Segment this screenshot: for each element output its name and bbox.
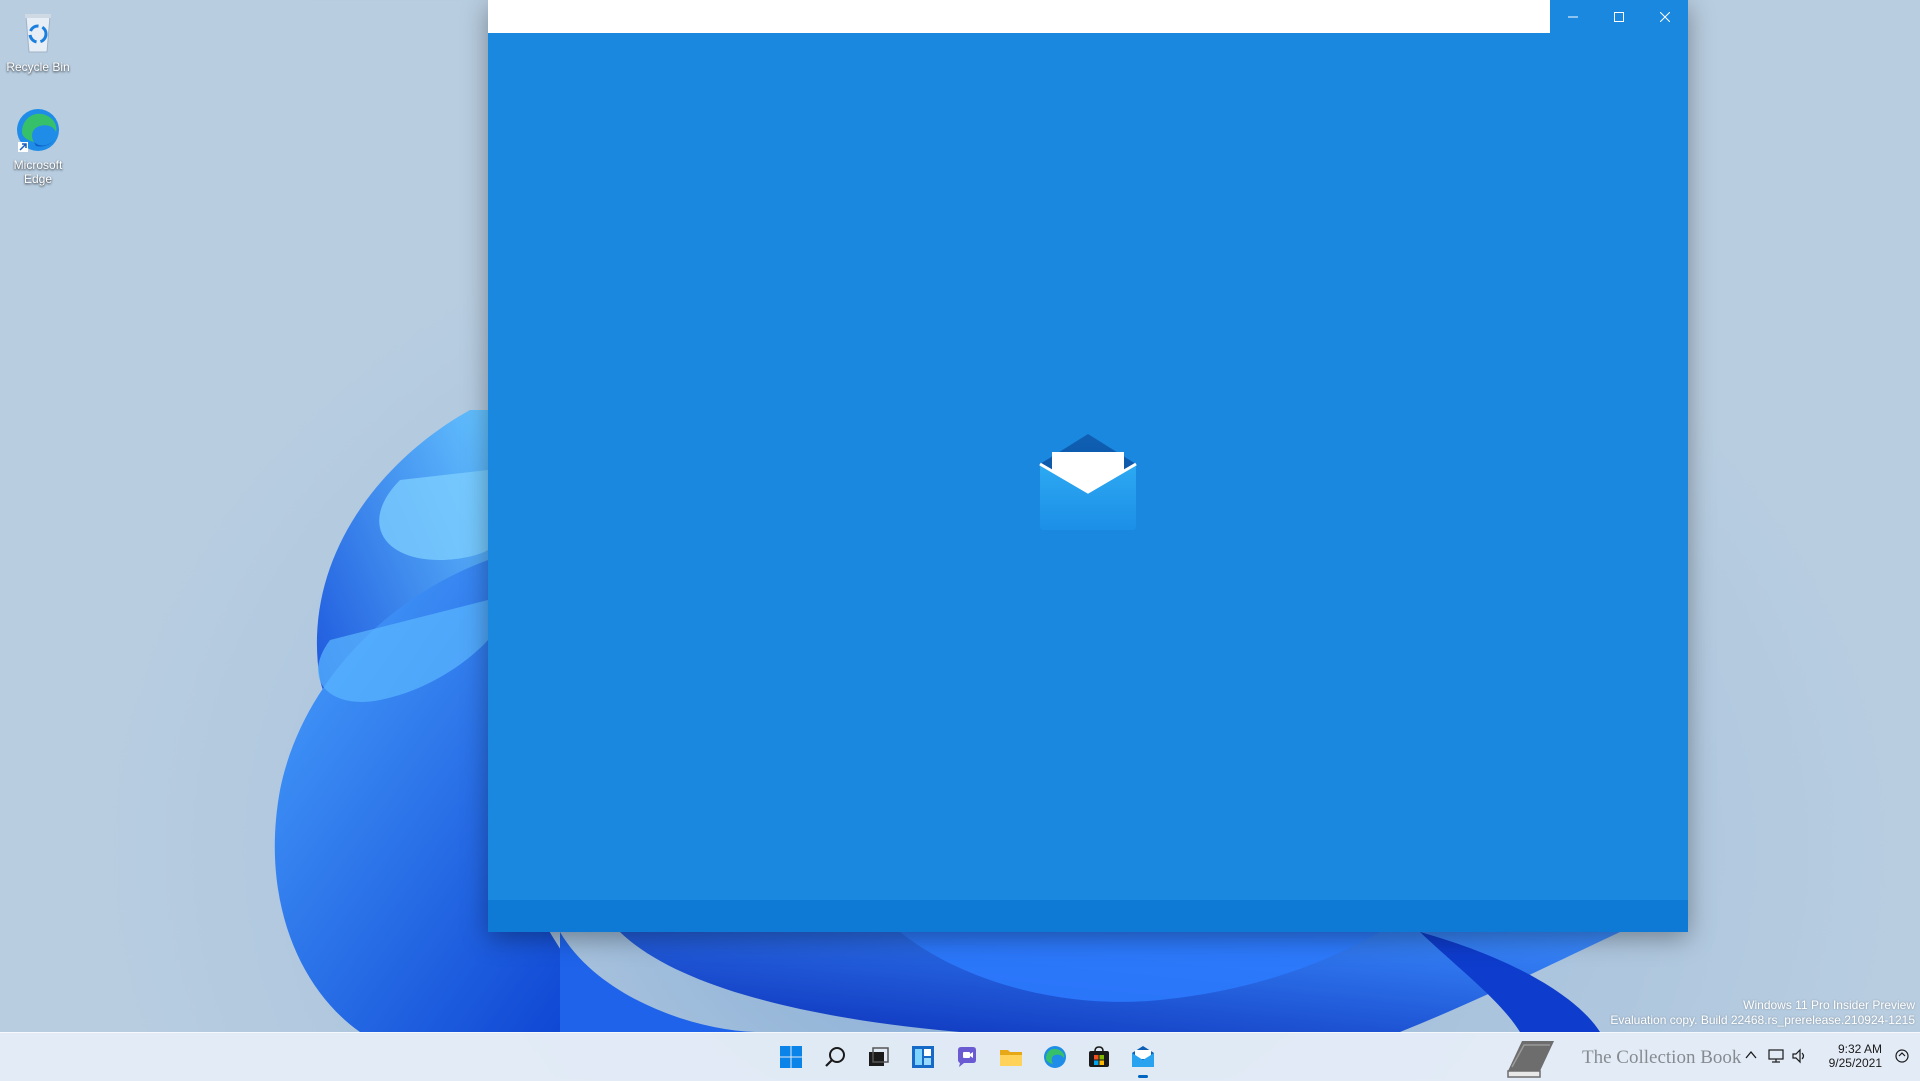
window-bottom-bar: [488, 900, 1688, 932]
title-area[interactable]: [488, 0, 1550, 33]
taskbar-edge-button[interactable]: [1033, 1033, 1077, 1081]
search-icon: [825, 1047, 845, 1067]
maximize-icon: [1614, 11, 1624, 22]
taskbar-mail-button[interactable]: [1121, 1033, 1165, 1081]
brand-text: The Collection Book: [1582, 1047, 1742, 1068]
taskbar-apps: [769, 1033, 1165, 1081]
book-icon: [1507, 1041, 1554, 1078]
evaluation-watermark: Windows 11 Pro Insider Preview Evaluatio…: [1610, 998, 1915, 1028]
chevron-up-icon[interactable]: [1744, 1048, 1758, 1062]
clock-time: 9:32 AM: [1837, 1042, 1882, 1056]
desktop-icon-edge[interactable]: Microsoft Edge: [0, 106, 76, 186]
taskbar-store-button[interactable]: [1077, 1033, 1121, 1081]
task-view-icon: [869, 1047, 889, 1066]
watermark-line-2: Evaluation copy. Build 22468.rs_prerelea…: [1610, 1013, 1915, 1027]
teams-chat-icon: [958, 1047, 976, 1067]
volume-icon[interactable]: [1792, 1048, 1808, 1064]
store-icon: [1089, 1046, 1109, 1067]
widgets-icon: [912, 1046, 934, 1068]
taskbar-start-button[interactable]: [769, 1033, 813, 1081]
folder-icon: [1000, 1050, 1022, 1066]
taskbar: The Collection Book 9:32 AM 9/25/2021: [0, 1032, 1920, 1081]
watermark-line-1: Windows 11 Pro Insider Preview: [1743, 998, 1915, 1012]
notification-icon[interactable]: [1894, 1048, 1910, 1064]
desktop-icon-label: Microsoft Edge: [13, 158, 63, 186]
maximize-button[interactable]: [1596, 0, 1642, 33]
network-icon[interactable]: [1768, 1048, 1784, 1064]
taskbar-task-view-button[interactable]: [857, 1033, 901, 1081]
clock-date: 9/25/2021: [1828, 1056, 1882, 1070]
mail-icon: [1039, 434, 1137, 530]
recycle-bin-icon: [14, 8, 62, 56]
close-button[interactable]: [1642, 0, 1688, 33]
taskbar-widgets-button[interactable]: [901, 1033, 945, 1081]
minimize-button[interactable]: [1550, 0, 1596, 33]
windows-start-icon: [780, 1046, 802, 1068]
edge-icon: [14, 106, 62, 154]
edge-icon: [1044, 1046, 1066, 1068]
system-tray: The Collection Book 9:32 AM 9/25/2021: [1500, 1033, 1920, 1081]
taskbar-file-explorer-button[interactable]: [989, 1033, 1033, 1081]
taskbar-chat-button[interactable]: [945, 1033, 989, 1081]
mail-app-window[interactable]: [488, 0, 1688, 932]
desktop-icon-label: Recycle Bin: [6, 60, 70, 74]
title-bar[interactable]: [488, 0, 1688, 33]
taskbar-search-button[interactable]: [813, 1033, 857, 1081]
desktop-icon-recycle-bin[interactable]: Recycle Bin: [0, 8, 76, 74]
clock[interactable]: 9:32 AM 9/25/2021: [1829, 1042, 1882, 1070]
close-icon: [1660, 11, 1670, 22]
caption-buttons: [1550, 0, 1688, 33]
minimize-icon: [1568, 16, 1578, 17]
mail-icon: [1132, 1046, 1154, 1067]
